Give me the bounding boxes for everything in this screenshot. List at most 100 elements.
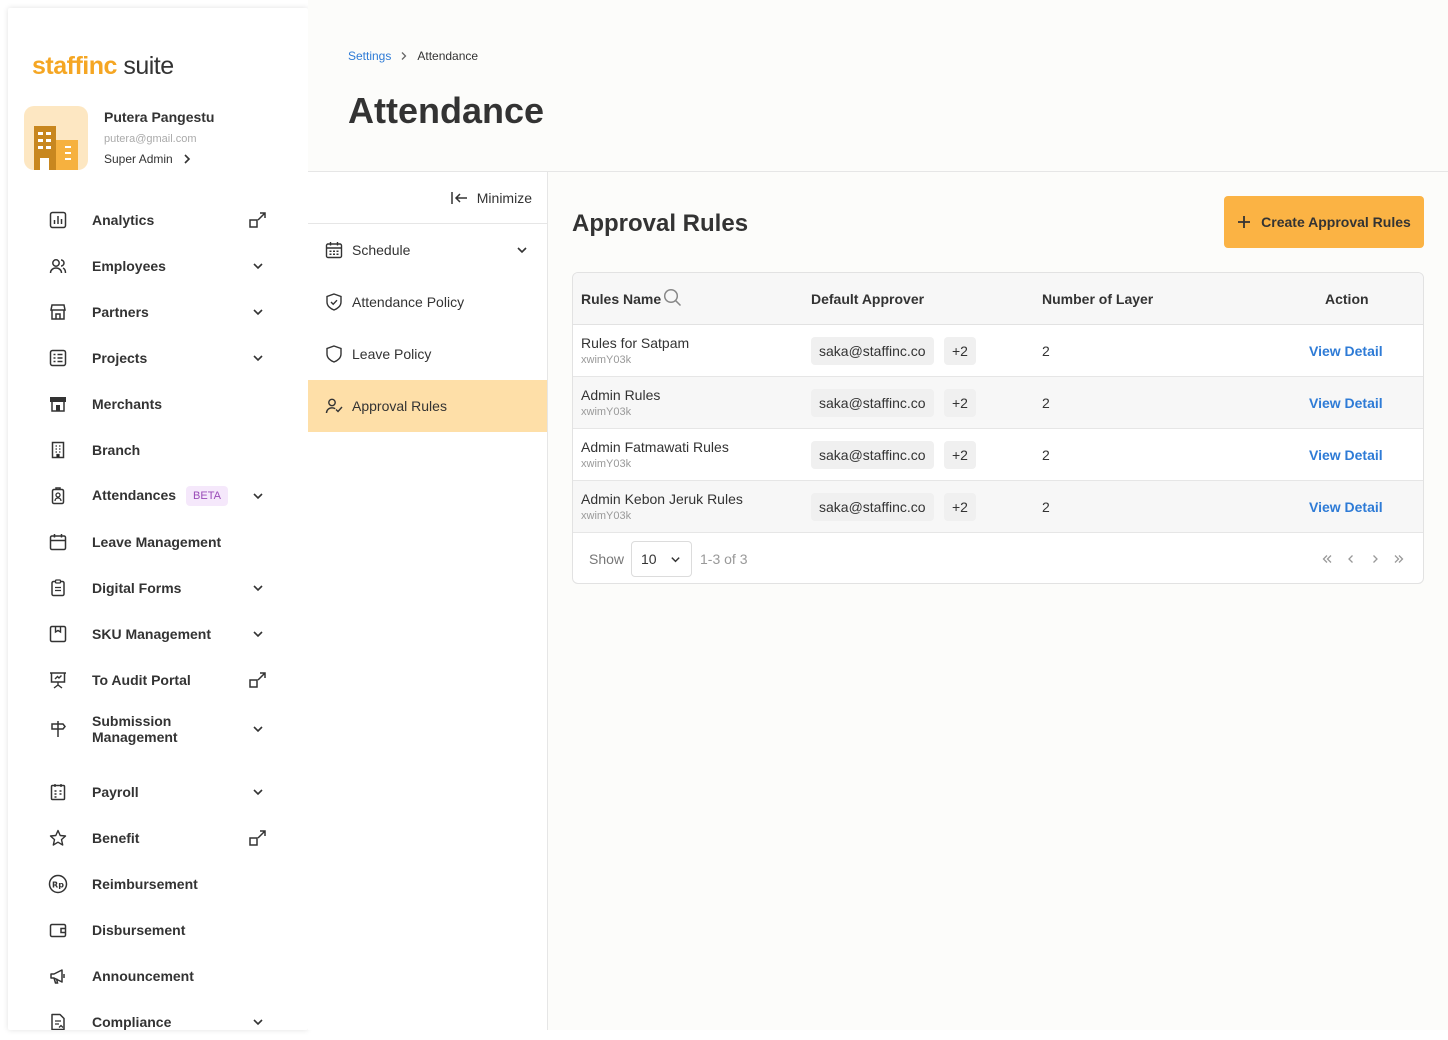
- user-role[interactable]: Super Admin: [104, 152, 193, 166]
- table-row: Admin Fatmawati Rules xwimY03k saka@staf…: [573, 429, 1423, 481]
- nav-item-digital-forms[interactable]: Digital Forms: [8, 565, 308, 611]
- layer-count: 2: [1042, 447, 1050, 463]
- subnav-label: Attendance Policy: [352, 294, 465, 310]
- nav-item-leave-management[interactable]: Leave Management: [8, 519, 308, 565]
- calendar-grid-icon: [324, 240, 344, 260]
- extra-approvers-chip[interactable]: +2: [944, 389, 976, 417]
- chevron-right-icon: [184, 154, 190, 164]
- layer-count: 2: [1042, 343, 1050, 359]
- rule-code: xwimY03k: [581, 354, 632, 366]
- section-title: Approval Rules: [572, 210, 749, 237]
- column-header-rules-name: Rules Name: [581, 291, 662, 307]
- svg-text:Rp: Rp: [52, 881, 64, 890]
- breadcrumb-current: Attendance: [417, 49, 479, 63]
- column-header-default-approver: Default Approver: [811, 291, 925, 307]
- calendar-icon: [48, 532, 68, 552]
- create-approval-rules-button[interactable]: Create Approval Rules: [1224, 196, 1424, 248]
- nav-item-disbursement[interactable]: Disbursement: [8, 907, 308, 953]
- nav-label: Projects: [92, 350, 148, 366]
- view-detail-link[interactable]: View Detail: [1309, 499, 1383, 515]
- nav-label: Branch: [92, 442, 141, 458]
- user-check-icon: [324, 396, 344, 416]
- chevron-down-icon[interactable]: [248, 624, 268, 644]
- document-icon: [48, 1012, 68, 1030]
- table-row: Admin Rules xwimY03k saka@staffinc.co +2…: [573, 377, 1423, 429]
- nav-label: Submission Management: [92, 713, 178, 745]
- subnav-item-leave-policy[interactable]: Leave Policy: [308, 328, 547, 380]
- staffinc-logo[interactable]: staffinc suite: [32, 52, 174, 81]
- store-icon: [48, 302, 68, 322]
- page-size-select[interactable]: 10: [631, 541, 692, 577]
- chevron-down-icon[interactable]: [248, 578, 268, 598]
- external-link-icon[interactable]: [248, 828, 268, 848]
- nav-label: Analytics: [92, 212, 155, 228]
- nav-item-analytics[interactable]: Analytics: [8, 197, 308, 243]
- nav-item-merchants[interactable]: Merchants: [8, 381, 308, 427]
- prev-page-icon[interactable]: [1341, 549, 1361, 569]
- minimize-button[interactable]: Minimize: [308, 172, 548, 224]
- approver-chip: saka@staffinc.co: [811, 337, 934, 365]
- subnav-item-approval-rules[interactable]: Approval Rules: [308, 380, 547, 432]
- rule-name: Admin Rules: [581, 387, 661, 403]
- next-page-icon[interactable]: [1365, 549, 1385, 569]
- external-link-icon[interactable]: [248, 210, 268, 230]
- chevron-right-icon: [401, 52, 407, 60]
- shield-check-icon: [324, 292, 344, 312]
- nav-label: Payroll: [92, 784, 139, 800]
- nav-item-reimbursement[interactable]: Rp Reimbursement: [8, 861, 308, 907]
- nav-label: Employees: [92, 258, 166, 274]
- column-header-number-of-layer: Number of Layer: [1042, 291, 1154, 307]
- last-page-icon[interactable]: [1389, 549, 1409, 569]
- nav-item-branch[interactable]: Branch: [8, 427, 308, 473]
- create-button-label: Create Approval Rules: [1261, 214, 1411, 230]
- users-icon: [48, 256, 68, 276]
- first-page-icon[interactable]: [1317, 549, 1337, 569]
- layer-count: 2: [1042, 499, 1050, 515]
- chevron-down-icon[interactable]: [248, 348, 268, 368]
- breadcrumb-settings-link[interactable]: Settings: [348, 49, 391, 63]
- nav-item-payroll[interactable]: Payroll: [8, 769, 308, 815]
- nav-label: Benefit: [92, 830, 140, 846]
- search-icon[interactable]: [663, 288, 682, 310]
- extra-approvers-chip[interactable]: +2: [944, 337, 976, 365]
- subnav-item-schedule[interactable]: Schedule: [308, 224, 547, 276]
- nav-item-to-audit-portal[interactable]: To Audit Portal: [8, 657, 308, 703]
- subnav-label: Leave Policy: [352, 346, 432, 362]
- view-detail-link[interactable]: View Detail: [1309, 343, 1383, 359]
- nav-item-attendances[interactable]: Attendances BETA: [8, 473, 308, 519]
- extra-approvers-chip[interactable]: +2: [944, 441, 976, 469]
- chevron-down-icon[interactable]: [248, 782, 268, 802]
- chevron-down-icon[interactable]: [248, 302, 268, 322]
- signpost-icon: [48, 719, 68, 739]
- page-title: Attendance: [348, 90, 545, 131]
- nav-item-announcement[interactable]: Announcement: [8, 953, 308, 999]
- extra-approvers-chip[interactable]: +2: [944, 493, 976, 521]
- nav-item-employees[interactable]: Employees: [8, 243, 308, 289]
- list-icon: [48, 348, 68, 368]
- chevron-down-icon[interactable]: [248, 1012, 268, 1030]
- external-link-icon[interactable]: [248, 670, 268, 690]
- subnav-label: Approval Rules: [352, 398, 447, 414]
- nav-item-compliance[interactable]: Compliance: [8, 999, 308, 1030]
- chevron-down-icon[interactable]: [248, 719, 268, 739]
- nav-label: To Audit Portal: [92, 672, 191, 688]
- nav-item-sku-management[interactable]: SKU Management: [8, 611, 308, 657]
- nav-item-partners[interactable]: Partners: [8, 289, 308, 335]
- nav-item-projects[interactable]: Projects: [8, 335, 308, 381]
- chevron-down-icon[interactable]: [248, 486, 268, 506]
- nav-item-submission-management[interactable]: Submission Management: [8, 703, 308, 755]
- user-name: Putera Pangestu: [104, 109, 215, 125]
- user-profile[interactable]: Putera Pangestu putera@gmail.com Super A…: [24, 106, 294, 172]
- subnav-item-attendance-policy[interactable]: Attendance Policy: [308, 276, 547, 328]
- settings-subnav: Minimize Schedule Attendance Policy Leav…: [308, 172, 548, 1030]
- nav-label: Leave Management: [92, 534, 222, 550]
- main-content: Approval Rules Create Approval Rules Rul…: [548, 172, 1448, 1030]
- page-header: Settings Attendance Attendance: [308, 0, 1448, 172]
- nav-item-benefit[interactable]: Benefit: [8, 815, 308, 861]
- view-detail-link[interactable]: View Detail: [1309, 447, 1383, 463]
- view-detail-link[interactable]: View Detail: [1309, 395, 1383, 411]
- rule-code: xwimY03k: [581, 458, 632, 470]
- chevron-down-icon[interactable]: [512, 240, 532, 260]
- table-row: Rules for Satpam xwimY03k saka@staffinc.…: [573, 325, 1423, 377]
- chevron-down-icon[interactable]: [248, 256, 268, 276]
